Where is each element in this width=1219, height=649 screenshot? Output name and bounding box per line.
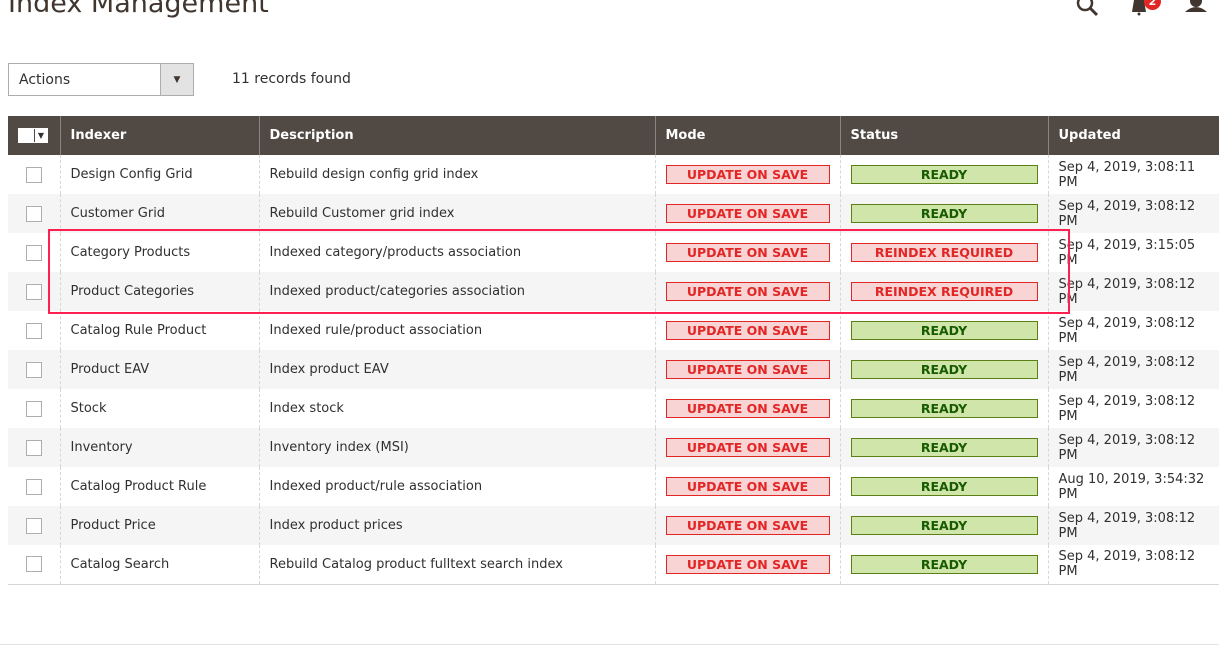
mode-badge: UPDATE ON SAVE	[665, 554, 830, 574]
table-row: Design Config Grid Rebuild design config…	[8, 155, 1219, 194]
row-checkbox[interactable]	[25, 283, 42, 300]
row-checkbox[interactable]	[25, 166, 42, 183]
row-checkbox[interactable]	[25, 361, 42, 378]
page-title: Index Management	[8, 0, 269, 19]
mass-select[interactable]: ▼	[8, 116, 60, 155]
description-cell: Inventory index (MSI)	[258, 428, 655, 467]
column-header-indexer[interactable]: Indexer	[59, 116, 259, 155]
updated-cell: Sep 4, 2019, 3:15:05 PM	[1047, 233, 1219, 272]
indexer-cell: Product Categories	[59, 272, 259, 311]
description-cell: Index product prices	[258, 506, 655, 545]
row-checkbox[interactable]	[25, 556, 42, 573]
status-badge: READY	[850, 165, 1038, 184]
table-row: Customer Grid Rebuild Customer grid inde…	[8, 194, 1219, 233]
status-badge: READY	[850, 516, 1038, 535]
column-header-updated[interactable]: Updated	[1047, 116, 1219, 155]
indexer-cell: Category Products	[59, 233, 259, 272]
mode-badge: UPDATE ON SAVE	[665, 321, 830, 340]
mode-badge: UPDATE ON SAVE	[665, 477, 830, 496]
mode-badge: UPDATE ON SAVE	[665, 243, 830, 262]
table-row: Catalog Product Rule Indexed product/rul…	[8, 467, 1219, 506]
column-header-status[interactable]: Status	[839, 116, 1048, 155]
search-icon[interactable]	[1076, 0, 1100, 18]
select-all-checkbox[interactable]	[19, 129, 34, 142]
indexer-cell: Product EAV	[59, 350, 259, 389]
indexer-cell: Design Config Grid	[59, 155, 259, 194]
table-row: Catalog Rule Product Indexed rule/produc…	[8, 311, 1219, 350]
status-badge: READY	[850, 204, 1038, 223]
mode-badge: UPDATE ON SAVE	[665, 204, 830, 223]
description-cell: Index stock	[258, 389, 655, 428]
updated-cell: Sep 4, 2019, 3:08:12 PM	[1047, 506, 1219, 545]
table-row: Stock Index stock UPDATE ON SAVE READY S…	[8, 389, 1219, 428]
updated-cell: Aug 10, 2019, 3:54:32 PM	[1047, 467, 1219, 506]
indexer-cell: Catalog Search	[59, 545, 259, 585]
chevron-down-icon[interactable]: ▼	[160, 64, 193, 95]
description-cell: Index product EAV	[258, 350, 655, 389]
status-badge: READY	[850, 360, 1038, 379]
column-header-mode[interactable]: Mode	[654, 116, 840, 155]
description-cell: Rebuild Catalog product fulltext search …	[258, 545, 655, 585]
status-badge: READY	[850, 321, 1038, 340]
description-cell: Indexed category/products association	[258, 233, 655, 272]
mode-badge: UPDATE ON SAVE	[665, 438, 830, 457]
mode-badge: UPDATE ON SAVE	[665, 360, 830, 379]
updated-cell: Sep 4, 2019, 3:08:12 PM	[1047, 350, 1219, 389]
chevron-down-icon[interactable]: ▼	[34, 129, 47, 142]
updated-cell: Sep 4, 2019, 3:08:12 PM	[1047, 545, 1219, 585]
updated-cell: Sep 4, 2019, 3:08:12 PM	[1047, 272, 1219, 311]
table-row: Category Products Indexed category/produ…	[8, 233, 1219, 272]
status-badge: READY	[850, 438, 1038, 457]
table-row: Product Categories Indexed product/categ…	[8, 272, 1219, 311]
description-cell: Indexed rule/product association	[258, 311, 655, 350]
updated-cell: Sep 4, 2019, 3:08:12 PM	[1047, 428, 1219, 467]
actions-dropdown[interactable]: Actions ▼	[8, 63, 194, 96]
indexer-cell: Customer Grid	[59, 194, 259, 233]
indexer-cell: Catalog Product Rule	[59, 467, 259, 506]
description-cell: Indexed product/categories association	[258, 272, 655, 311]
row-checkbox[interactable]	[25, 478, 42, 495]
updated-cell: Sep 4, 2019, 3:08:12 PM	[1047, 311, 1219, 350]
row-checkbox[interactable]	[25, 205, 42, 222]
index-grid: ▼ Indexer Description Mode Status Update…	[8, 116, 1219, 585]
status-badge: READY	[850, 477, 1038, 496]
mode-badge: UPDATE ON SAVE	[665, 399, 830, 418]
description-cell: Rebuild Customer grid index	[258, 194, 655, 233]
actions-label: Actions	[19, 72, 71, 88]
table-row: Product Price Index product prices UPDAT…	[8, 506, 1219, 545]
status-badge: READY	[850, 399, 1038, 418]
column-header-description[interactable]: Description	[258, 116, 655, 155]
row-checkbox[interactable]	[25, 517, 42, 534]
updated-cell: Sep 4, 2019, 3:08:12 PM	[1047, 194, 1219, 233]
user-icon[interactable]	[1185, 0, 1207, 14]
updated-cell: Sep 4, 2019, 3:08:11 PM	[1047, 155, 1219, 194]
status-badge: REINDEX REQUIRED	[850, 282, 1038, 301]
mode-badge: UPDATE ON SAVE	[665, 516, 830, 535]
mode-badge: UPDATE ON SAVE	[665, 282, 830, 301]
description-cell: Indexed product/rule association	[258, 467, 655, 506]
table-row: Catalog Search Rebuild Catalog product f…	[8, 545, 1219, 585]
row-checkbox[interactable]	[25, 322, 42, 339]
status-badge: READY	[850, 554, 1038, 574]
divider	[0, 644, 1219, 645]
indexer-cell: Stock	[59, 389, 259, 428]
indexer-cell: Product Price	[59, 506, 259, 545]
description-cell: Rebuild design config grid index	[258, 155, 655, 194]
status-badge: REINDEX REQUIRED	[850, 243, 1038, 262]
records-count: 11 records found	[232, 71, 351, 87]
indexer-cell: Inventory	[59, 428, 259, 467]
mode-badge: UPDATE ON SAVE	[665, 165, 830, 184]
table-row: Product EAV Index product EAV UPDATE ON …	[8, 350, 1219, 389]
table-row: Inventory Inventory index (MSI) UPDATE O…	[8, 428, 1219, 467]
updated-cell: Sep 4, 2019, 3:08:12 PM	[1047, 389, 1219, 428]
row-checkbox[interactable]	[25, 439, 42, 456]
row-checkbox[interactable]	[25, 400, 42, 417]
row-checkbox[interactable]	[25, 244, 42, 261]
indexer-cell: Catalog Rule Product	[59, 311, 259, 350]
